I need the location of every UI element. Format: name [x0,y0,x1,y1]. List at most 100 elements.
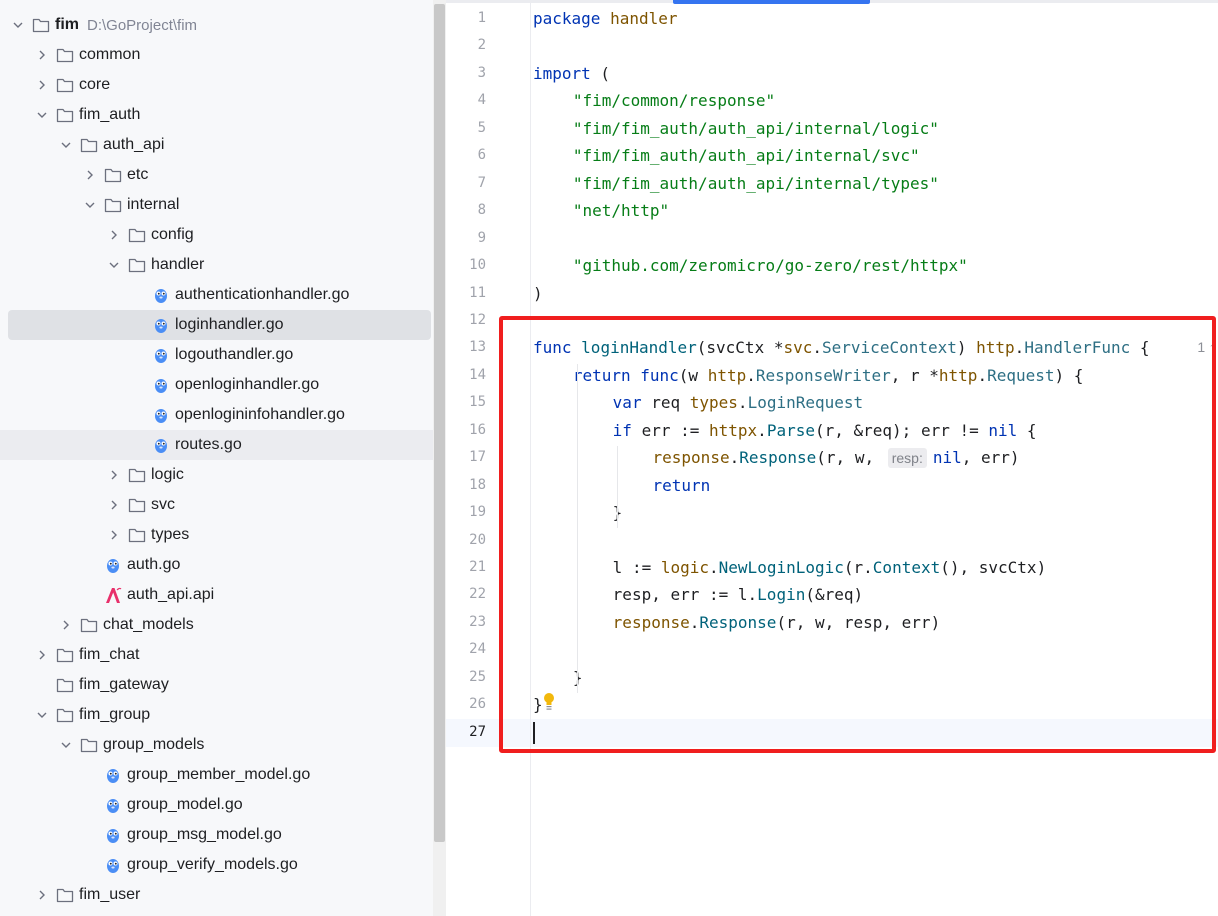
code-line[interactable]: return [653,472,711,499]
tree-item-svc[interactable]: svc [0,490,433,520]
code-line[interactable]: response.Response(r, w, resp: nil, err) [653,444,1020,471]
chevron-right-icon[interactable] [106,527,122,543]
tree-item-authenticationhandler-go[interactable]: authenticationhandler.go [0,280,433,310]
code-line[interactable]: "net/http" [573,197,669,224]
tree-item-openloginhandler-go[interactable]: openloginhandler.go [0,370,433,400]
line-number[interactable]: 20 [446,527,486,554]
line-number[interactable]: 5 [446,115,486,142]
code-line[interactable]: var req types.LoginRequest [613,389,863,416]
chevron-right-icon[interactable] [82,167,98,183]
tree-item-fim-group[interactable]: fim_group [0,700,433,730]
chevron-right-icon[interactable] [106,467,122,483]
tree-item-routes-go[interactable]: routes.go [0,430,433,460]
line-number[interactable]: 19 [446,499,486,526]
code-line[interactable]: "fim/fim_auth/auth_api/internal/logic" [573,115,939,142]
chevron-down-icon[interactable] [34,707,50,723]
tree-item-group-msg-model-go[interactable]: group_msg_model.go [0,820,433,850]
tree-scrollbar-thumb[interactable] [434,4,445,842]
line-number[interactable]: 25 [446,664,486,691]
code-line[interactable]: package handler [533,5,678,32]
tree-item-logic[interactable]: logic [0,460,433,490]
tree-item-fim-gateway[interactable]: fim_gateway [0,670,433,700]
tree-item-fim[interactable]: fim D:\GoProject\fim [0,10,433,40]
chevron-right-icon[interactable] [106,227,122,243]
code-line[interactable]: l := logic.NewLoginLogic(r.Context(), sv… [613,554,1047,581]
line-number[interactable]: 11 [446,280,486,307]
tree-item-label: fim_gateway [79,676,169,693]
line-number[interactable]: 23 [446,609,486,636]
tree-item-handler[interactable]: handler [0,250,433,280]
chevron-right-icon[interactable] [34,887,50,903]
line-number[interactable]: 9 [446,225,486,252]
line-number[interactable]: 1 [446,5,486,32]
line-number[interactable]: 27 [446,719,486,746]
code-line[interactable]: "fim/fim_auth/auth_api/internal/types" [573,170,939,197]
lightbulb-icon[interactable] [542,692,556,712]
tree-item-group-models[interactable]: group_models [0,730,433,760]
chevron-right-icon[interactable] [58,617,74,633]
line-number[interactable]: 12 [446,307,486,334]
line-number[interactable]: 26 [446,691,486,718]
line-number[interactable]: 8 [446,197,486,224]
code-line[interactable]: "github.com/zeromicro/go-zero/rest/httpx… [573,252,968,279]
code-line[interactable]: "fim/fim_auth/auth_api/internal/svc" [573,142,920,169]
tree-item-loginhandler-go[interactable]: loginhandler.go [8,310,431,340]
line-number[interactable]: 2 [446,32,486,59]
line-number[interactable]: 22 [446,581,486,608]
chevron-down-icon[interactable] [58,737,74,753]
chevron-right-icon[interactable] [34,77,50,93]
tree-item-fim-user[interactable]: fim_user [0,880,433,910]
line-number[interactable]: 4 [446,87,486,114]
chevron-down-icon[interactable] [58,137,74,153]
chevron-right-icon[interactable] [34,47,50,63]
tree-item-auth-api[interactable]: auth_api [0,130,433,160]
tree-item-common[interactable]: common [0,40,433,70]
line-number[interactable]: 17 [446,444,486,471]
code-line[interactable]: if err := httpx.Parse(r, &req); err != n… [613,417,1037,444]
line-number[interactable]: 3 [446,60,486,87]
tree-item-auth-api-api[interactable]: auth_api.api [0,580,433,610]
code-line[interactable]: ) [533,280,543,307]
code-line[interactable]: import ( [533,60,610,87]
tree-item-types[interactable]: types [0,520,433,550]
tree-item-group-member-model-go[interactable]: group_member_model.go [0,760,433,790]
line-number[interactable]: 7 [446,170,486,197]
chevron-down-icon[interactable] [82,197,98,213]
code-line[interactable]: func loginHandler(svcCtx *svc.ServiceCon… [533,334,1150,361]
code-token: httpx [709,420,758,440]
tree-item-group-verify-models-go[interactable]: group_verify_models.go [0,850,433,880]
line-number[interactable]: 6 [446,142,486,169]
line-number[interactable]: 13 [446,334,486,361]
tree-item-openlogininfohandler-go[interactable]: openlogininfohandler.go [0,400,433,430]
tree-item-auth-go[interactable]: auth.go [0,550,433,580]
tree-item-group-model-go[interactable]: group_model.go [0,790,433,820]
code-editor[interactable]: 1 2 3 4 5 6 7 8 9 10 11 12 13 14 15 16 17 18 19 20 21 22 23 24 2… [446,0,1218,916]
code-line[interactable]: response.Response(r, w, resp, err) [613,609,941,636]
line-number[interactable]: 21 [446,554,486,581]
tree-item-fim-chat[interactable]: fim_chat [0,640,433,670]
tree-item-config[interactable]: config [0,220,433,250]
line-number[interactable]: 18 [446,472,486,499]
tree-item-chat-models[interactable]: chat_models [0,610,433,640]
line-number[interactable]: 24 [446,636,486,663]
tree-item-fim-auth[interactable]: fim_auth [0,100,433,130]
code-token: . [1014,338,1025,358]
tree-item-etc[interactable]: etc [0,160,433,190]
line-number[interactable]: 16 [446,417,486,444]
chevron-right-icon[interactable] [106,497,122,513]
line-number[interactable]: 14 [446,362,486,389]
code-line[interactable]: "fim/common/response" [573,87,775,114]
usages-inlay-hint[interactable]: 1 ↑ [1197,339,1216,355]
chevron-down-icon[interactable] [106,257,122,273]
line-number-gutter[interactable]: 1 2 3 4 5 6 7 8 9 10 11 12 13 14 15 16 17 18 19 20 21 22 23 24 2… [446,0,530,916]
chevron-down-icon[interactable] [10,17,26,33]
chevron-right-icon[interactable] [34,647,50,663]
line-number[interactable]: 15 [446,389,486,416]
tree-item-logouthandler-go[interactable]: logouthandler.go [0,340,433,370]
tree-item-core[interactable]: core [0,70,433,100]
code-line[interactable]: resp, err := l.Login(&req) [613,581,863,608]
chevron-down-icon[interactable] [34,107,50,123]
line-number[interactable]: 10 [446,252,486,279]
code-line[interactable]: return func(w http.ResponseWriter, r *ht… [573,362,1084,389]
tree-item-internal[interactable]: internal [0,190,433,220]
